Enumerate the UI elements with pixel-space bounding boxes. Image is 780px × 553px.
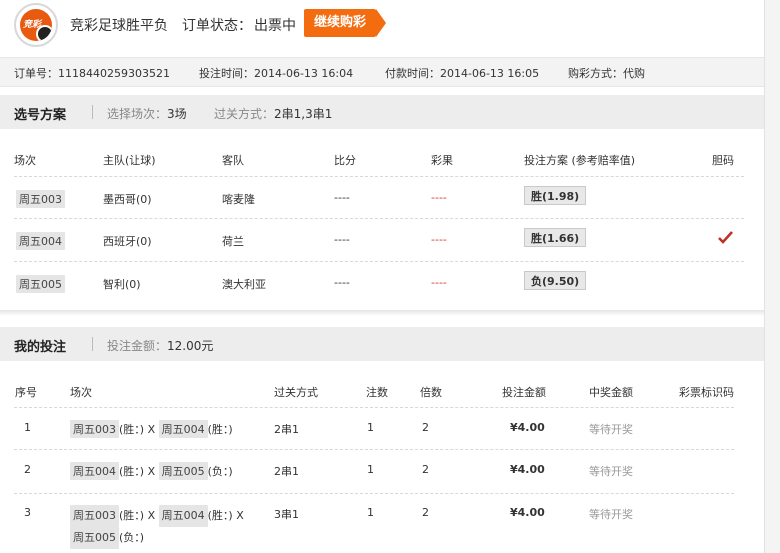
score: ----	[334, 233, 350, 246]
score: ----	[334, 276, 350, 289]
match-tag[interactable]: 周五004	[158, 505, 208, 527]
match-tag[interactable]: 周五003	[70, 420, 119, 438]
prize-status: 等待开奖	[589, 423, 633, 436]
match-tag[interactable]: 周五004	[70, 462, 119, 480]
match-tag[interactable]: 周五005	[70, 527, 119, 549]
result: ----	[431, 233, 447, 246]
col-matches: 场次	[70, 386, 92, 399]
match-tag[interactable]: 周五005	[158, 462, 208, 480]
vertical-scrollbar[interactable]	[764, 0, 780, 553]
home-team: 西班牙(0)	[103, 235, 152, 248]
bet-combo: 周五003 (胜：) X 周五004 (胜：)	[70, 420, 233, 438]
match-tag[interactable]: 周五005	[16, 275, 65, 293]
col-result: 彩果	[431, 154, 453, 167]
col-ticket-id: 彩票标识码	[679, 386, 734, 399]
away-team: 喀麦隆	[222, 193, 255, 206]
away-team: 澳大利亚	[222, 278, 266, 291]
prize-status: 等待开奖	[589, 465, 633, 478]
col-multiple: 倍数	[420, 386, 442, 399]
pay-time: 付款时间：2014-06-13 16:05	[385, 67, 540, 80]
order-info-bar: 订单号：1118440259303521 投注时间：2014-06-13 16:…	[0, 57, 764, 87]
order-number: 订单号：1118440259303521	[14, 67, 170, 80]
col-score: 比分	[334, 154, 356, 167]
bet-no: 2	[24, 463, 31, 476]
col-count: 注数	[366, 386, 388, 399]
continue-buy-button[interactable]: 继续购彩	[304, 9, 386, 37]
bet-no: 3	[24, 506, 31, 519]
bet-amount: 投注金额：12.00元	[107, 339, 214, 353]
pick-badge: 胜(1.98)	[524, 186, 587, 205]
lottery-logo: 竞彩	[14, 3, 58, 47]
col-banker: 胆码	[712, 154, 734, 167]
bets-section-header: 我的投注 投注金额：12.00元	[0, 327, 764, 361]
scheme-heading: 选号方案	[14, 108, 67, 123]
col-no: 序号	[15, 386, 37, 399]
bet-combo: 周五004 (胜：) X 周五005 (负：)	[70, 462, 233, 480]
bet-count: 1	[367, 421, 374, 434]
pass-method: 过关方式：2串1,3串1	[214, 107, 333, 121]
bet-pass: 2串1	[274, 423, 299, 436]
bet-amount: ¥4.00	[510, 506, 545, 519]
bet-multiple: 2	[422, 506, 429, 519]
pick-badge: 胜(1.66)	[524, 228, 587, 247]
bet-multiple: 2	[422, 463, 429, 476]
result: ----	[431, 276, 447, 289]
bet-count: 1	[367, 463, 374, 476]
bets-heading: 我的投注	[14, 340, 67, 355]
bet-combo: 周五003 (胜：) X 周五004 (胜：) X 周五005 (负：)	[70, 505, 260, 549]
buy-method: 购彩方式：代购	[568, 67, 645, 80]
col-prize: 中奖金额	[589, 386, 633, 399]
col-match: 场次	[14, 154, 36, 167]
col-away: 客队	[222, 154, 244, 167]
bet-time: 投注时间：2014-06-13 16:04	[199, 67, 354, 80]
bet-multiple: 2	[422, 421, 429, 434]
game-title: 竞彩足球胜平负	[70, 18, 168, 34]
order-header: 竞彩 竞彩足球胜平负 订单状态： 出票中 继续购彩	[0, 0, 764, 50]
col-pass: 过关方式	[274, 386, 318, 399]
score: ----	[334, 191, 350, 204]
bet-amount: ¥4.00	[510, 421, 545, 434]
col-amount: 投注金额	[502, 386, 546, 399]
bet-pass: 2串1	[274, 465, 299, 478]
football-icon	[36, 25, 52, 41]
bet-count: 1	[367, 506, 374, 519]
col-home: 主队(让球)	[103, 154, 156, 167]
match-tag[interactable]: 周五003	[70, 505, 119, 527]
home-team: 智利(0)	[103, 278, 141, 291]
match-tag[interactable]: 周五003	[16, 190, 65, 208]
result: ----	[431, 191, 447, 204]
scheme-table: 场次 主队(让球) 客队 比分 彩果 投注方案 (参考赔率值) 胆码 周五003…	[0, 129, 764, 309]
order-detail-page: 竞彩 竞彩足球胜平负 订单状态： 出票中 继续购彩 订单号：1118440259…	[0, 0, 764, 553]
match-tag[interactable]: 周五004	[16, 232, 65, 250]
bet-pass: 3串1	[274, 508, 299, 521]
bets-table: 序号 场次 过关方式 注数 倍数 投注金额 中奖金额 彩票标识码 1 周五003…	[0, 361, 764, 553]
prize-status: 等待开奖	[589, 508, 633, 521]
home-team: 墨西哥(0)	[103, 193, 152, 206]
scheme-section-header: 选号方案 选择场次：3场 过关方式：2串1,3串1	[0, 95, 764, 129]
away-team: 荷兰	[222, 235, 244, 248]
status-value: 出票中	[254, 18, 296, 34]
status-label: 订单状态：	[182, 18, 252, 34]
pick-badge: 负(9.50)	[524, 271, 587, 290]
col-pick: 投注方案 (参考赔率值)	[524, 154, 636, 167]
check-icon	[718, 231, 733, 244]
bet-amount: ¥4.00	[510, 463, 545, 476]
matches-count: 选择场次：3场	[107, 107, 187, 121]
bet-no: 1	[24, 421, 31, 434]
match-tag[interactable]: 周五004	[158, 420, 208, 438]
